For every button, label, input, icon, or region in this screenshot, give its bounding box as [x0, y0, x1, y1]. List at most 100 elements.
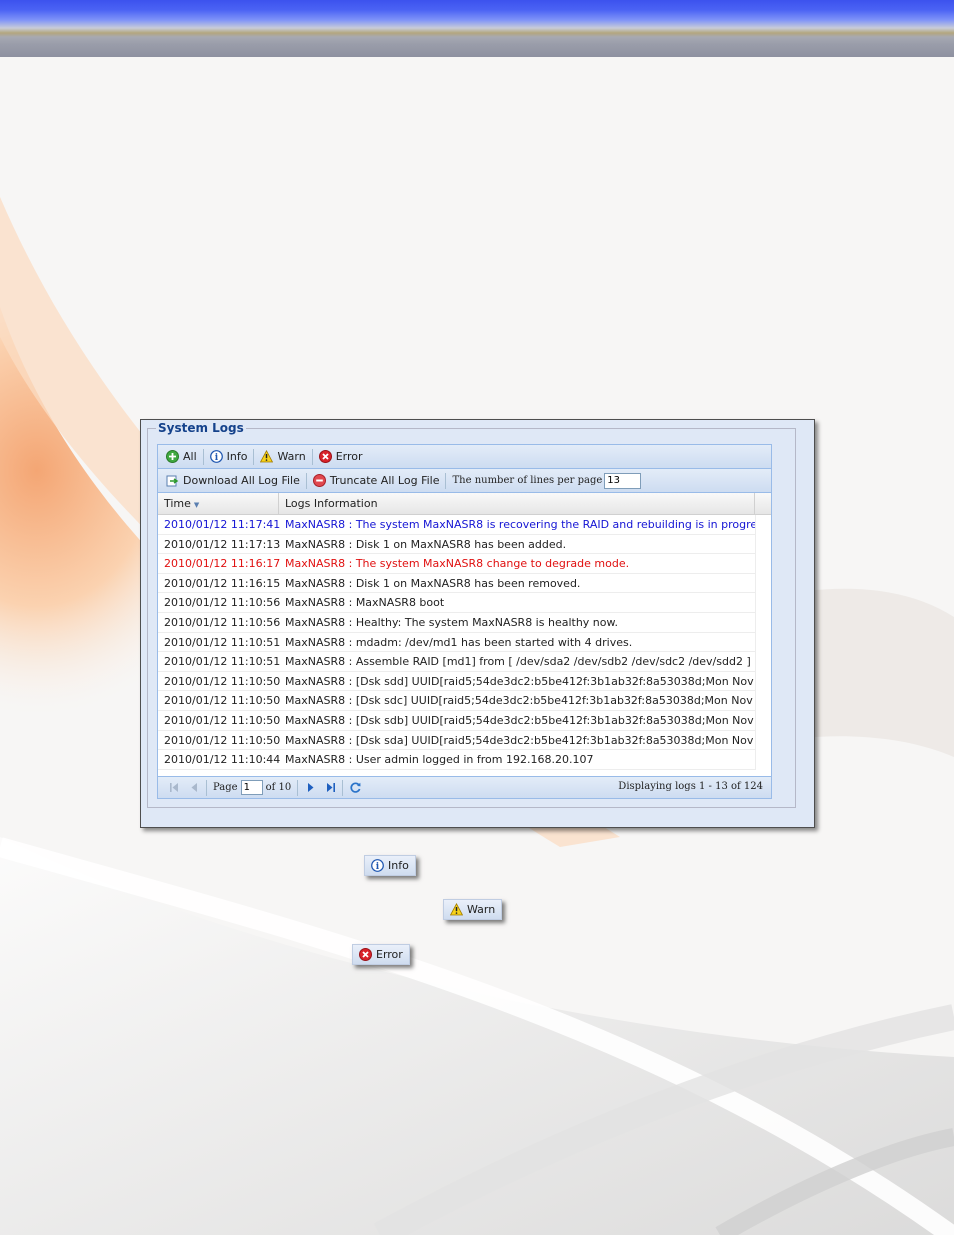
table-row[interactable]: 2010/01/12 11:10:56 MaxNASR8 : MaxNASR8 b… [158, 593, 755, 613]
filter-warn-button[interactable]: Warn [256, 447, 309, 467]
log-info-cell: MaxNASR8 : Healthy: The system MaxNASR8 … [285, 616, 618, 629]
prev-page-button[interactable] [186, 780, 202, 796]
download-log-label: Download All Log File [183, 474, 300, 487]
action-toolbar: Download All Log File Truncate All Log F… [158, 469, 771, 493]
log-info-cell: MaxNASR8 : [Dsk sdb] UUID[raid5;54de3dc2… [285, 714, 755, 727]
grid-scrollbar[interactable] [755, 515, 771, 770]
error-filter-callout-button[interactable]: Error [352, 944, 410, 965]
table-row[interactable]: 2010/01/12 11:10:51 MaxNASR8 : mdadm: /de… [158, 633, 755, 653]
table-row[interactable]: 2010/01/12 11:10:50 MaxNASR8 : [Dsk sdb] … [158, 711, 755, 731]
info-filter-callout-button[interactable]: i Info [364, 855, 416, 876]
filter-warn-label: Warn [277, 450, 306, 463]
log-time-cell: 2010/01/12 11:10:50 [164, 714, 281, 727]
log-info-cell: MaxNASR8 : Disk 1 on MaxNASR8 has been r… [285, 576, 581, 590]
filter-all-label: All [183, 450, 197, 463]
last-page-icon [326, 783, 335, 792]
log-info-cell: MaxNASR8 : The system MaxNASR8 is recove… [285, 518, 755, 531]
log-time-cell: 2010/01/12 11:10:44 [164, 753, 281, 767]
log-info-cell: MaxNASR8 : [Dsk sdc] UUID[raid5;54de3dc2… [285, 694, 755, 708]
next-page-icon [307, 783, 314, 792]
log-info-cell: MaxNASR8 : mdadm: /dev/md1 has been star… [285, 635, 633, 649]
lines-per-page-label: The number of lines per page [452, 475, 603, 486]
svg-text:i: i [214, 453, 218, 463]
log-time-cell: 2010/01/12 11:10:56 [164, 596, 281, 610]
log-info-cell: MaxNASR8 : MaxNASR8 boot [285, 596, 445, 610]
log-time-cell: 2010/01/12 11:10:50 [164, 733, 281, 747]
table-row[interactable]: 2010/01/12 11:10:51 MaxNASR8 : Assemble R… [158, 652, 755, 672]
logs-grid: All i Info Warn Error Download All Log F… [157, 444, 772, 799]
page-label: Page [213, 782, 238, 793]
add-icon [166, 450, 179, 463]
page-number-input[interactable] [240, 780, 263, 795]
error-icon [318, 450, 332, 463]
download-log-button[interactable]: Download All Log File [162, 471, 304, 491]
warn-filter-callout-button[interactable]: Warn [443, 899, 503, 920]
download-icon [166, 475, 179, 487]
header-band [0, 0, 954, 57]
log-info-cell: MaxNASR8 : User admin logged in from 192… [285, 753, 594, 767]
displaying-logs-status: Displaying logs 1 - 13 of 124 [618, 781, 763, 792]
log-time-cell: 2010/01/12 11:10:50 [164, 674, 281, 688]
log-time-cell: 2010/01/12 11:10:56 [164, 616, 281, 629]
warning-icon [260, 450, 274, 463]
toolbar-separator [206, 779, 207, 796]
log-time-cell: 2010/01/12 11:16:17 [164, 557, 281, 571]
page-count-label: of 10 [265, 782, 292, 793]
column-header-time-label: Time [164, 497, 191, 510]
column-header-logs-information[interactable]: Logs Information [279, 493, 755, 515]
info-icon: i [209, 450, 223, 463]
table-row[interactable]: 2010/01/12 11:16:15 MaxNASR8 : Disk 1 on … [158, 574, 755, 594]
log-info-cell: MaxNASR8 : Assemble RAID [md1] from [ /d… [285, 655, 751, 669]
toolbar-separator [311, 448, 313, 465]
warning-icon [450, 903, 463, 916]
column-header-time[interactable]: Time ▼ [158, 493, 279, 515]
last-page-button[interactable] [322, 780, 338, 796]
warn-callout-label: Warn [467, 903, 496, 916]
log-time-cell: 2010/01/12 11:10:51 [164, 635, 281, 649]
prev-page-icon [191, 783, 197, 792]
table-row[interactable]: 2010/01/12 11:10:50 MaxNASR8 : [Dsk sdd] … [158, 672, 755, 692]
log-time-cell: 2010/01/12 11:10:51 [164, 655, 281, 669]
column-header-info-label: Logs Information [285, 497, 378, 510]
table-row[interactable]: 2010/01/12 11:10:56 MaxNASR8 : Healthy: T… [158, 613, 755, 633]
toolbar-separator [202, 448, 204, 465]
system-logs-panel: System Logs All i Info Warn Error Downlo… [140, 419, 815, 828]
filter-info-button[interactable]: i Info [206, 447, 252, 467]
filter-error-label: Error [335, 450, 363, 463]
log-info-cell: MaxNASR8 : [Dsk sdd] UUID[raid5;54de3dc2… [285, 674, 755, 688]
log-time-cell: 2010/01/12 11:17:41 [164, 518, 281, 531]
first-page-button[interactable] [166, 780, 182, 796]
toolbar-separator [445, 472, 447, 489]
lines-per-page-input[interactable] [604, 472, 642, 489]
next-page-button[interactable] [302, 780, 318, 796]
filter-toolbar: All i Info Warn Error [158, 445, 771, 469]
log-info-cell: MaxNASR8 : Disk 1 on MaxNASR8 has been a… [285, 537, 567, 551]
truncate-icon [312, 474, 326, 487]
table-row[interactable]: 2010/01/12 11:10:44 MaxNASR8 : User admin… [158, 750, 755, 770]
grid-header: Time ▼ Logs Information [158, 493, 771, 515]
table-row[interactable]: 2010/01/12 11:17:41 MaxNASR8 : The system… [158, 515, 755, 535]
grid-body: 2010/01/12 11:17:41 MaxNASR8 : The system… [158, 515, 755, 770]
panel-title: System Logs [156, 421, 246, 435]
error-callout-label: Error [376, 948, 403, 961]
log-info-cell: MaxNASR8 : [Dsk sda] UUID[raid5;54de3dc2… [285, 733, 755, 747]
svg-text:i: i [376, 862, 380, 872]
toolbar-separator [342, 779, 344, 796]
truncate-log-button[interactable]: Truncate All Log File [309, 471, 444, 491]
log-time-cell: 2010/01/12 11:16:15 [164, 576, 281, 590]
log-time-cell: 2010/01/12 11:17:13 [164, 537, 281, 551]
truncate-log-label: Truncate All Log File [329, 474, 440, 487]
toolbar-separator [297, 779, 299, 796]
toolbar-separator [305, 472, 307, 489]
filter-all-button[interactable]: All [162, 447, 201, 467]
log-info-cell: MaxNASR8 : The system MaxNASR8 change to… [285, 557, 630, 571]
sort-desc-icon: ▼ [193, 501, 200, 509]
table-row[interactable]: 2010/01/12 11:17:13 MaxNASR8 : Disk 1 on … [158, 535, 755, 555]
refresh-button[interactable] [347, 780, 363, 796]
info-icon: i [371, 859, 384, 872]
filter-error-button[interactable]: Error [315, 447, 367, 467]
table-row[interactable]: 2010/01/12 11:10:50 MaxNASR8 : [Dsk sdc] … [158, 691, 755, 711]
table-row[interactable]: 2010/01/12 11:16:17 MaxNASR8 : The system… [158, 554, 755, 574]
toolbar-separator [253, 448, 255, 465]
table-row[interactable]: 2010/01/12 11:10:50 MaxNASR8 : [Dsk sda] … [158, 731, 755, 751]
